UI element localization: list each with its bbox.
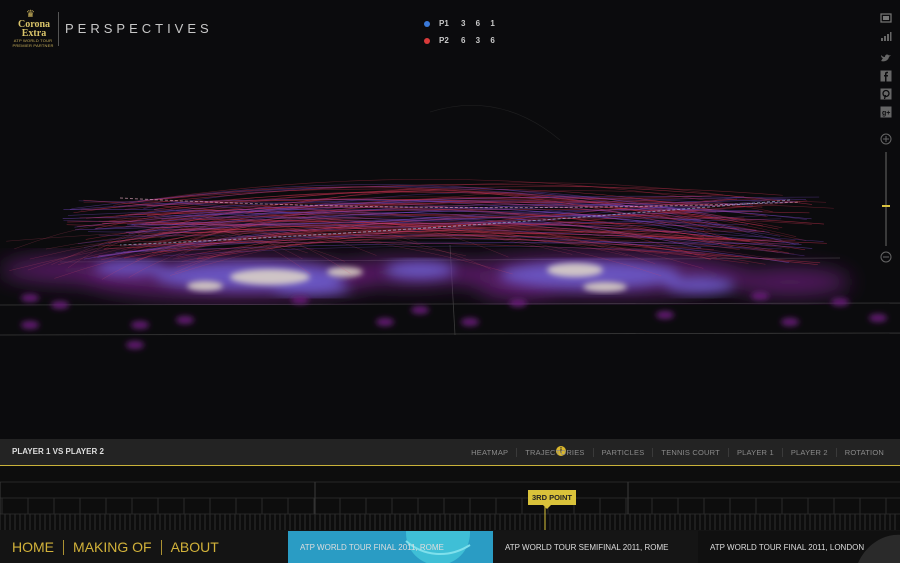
toggle-rotation[interactable]: ROTATION	[835, 447, 892, 457]
match-tile-title: ATP WORLD TOUR SEMIFINAL 2011, ROME	[505, 543, 669, 552]
ball-trajectories	[6, 104, 834, 280]
nav-divider	[63, 539, 64, 555]
nav-divider	[160, 539, 162, 555]
view-toggles: HEATMAP TRAJECTORIES PARTICLES TENNIS CO…	[463, 439, 892, 465]
point-timeline[interactable]	[0, 466, 900, 530]
match-tile-final-london[interactable]: ATP WORLD TOUR FINAL 2011, LONDON	[698, 531, 900, 563]
tennis-court-visualization[interactable]	[0, 0, 900, 440]
match-tile-title: ATP WORLD TOUR FINAL 2011, LONDON	[710, 543, 865, 552]
nav-about[interactable]: ABOUT	[171, 539, 219, 555]
current-point-marker[interactable]: 3RD POINT	[528, 490, 577, 509]
match-tile-title: ATP WORLD TOUR FINAL 2011, ROME	[300, 543, 444, 552]
toggle-heatmap[interactable]: HEATMAP	[463, 448, 516, 457]
nav-home[interactable]: HOME	[12, 539, 54, 555]
toggle-trajectories[interactable]: TRAJECTORIES	[516, 447, 592, 457]
toggle-particles[interactable]: PARTICLES	[592, 447, 653, 457]
toggle-player-2[interactable]: PLAYER 2	[781, 447, 836, 457]
match-tile-semifinal-rome[interactable]: ATP WORLD TOUR SEMIFINAL 2011, ROME	[493, 531, 698, 563]
toggle-tennis-court[interactable]: TENNIS COURT	[652, 447, 728, 457]
match-title: PLAYER 1 VS PLAYER 2	[12, 447, 104, 456]
nav-making-of[interactable]: MAKING OF	[73, 539, 152, 555]
main-nav: HOME MAKING OF ABOUT	[12, 539, 219, 555]
timeline-grid	[0, 481, 900, 530]
toggle-player-1[interactable]: PLAYER 1	[727, 447, 782, 457]
match-tile-final-rome[interactable]: ATP WORLD TOUR FINAL 2011, ROME	[288, 531, 493, 563]
